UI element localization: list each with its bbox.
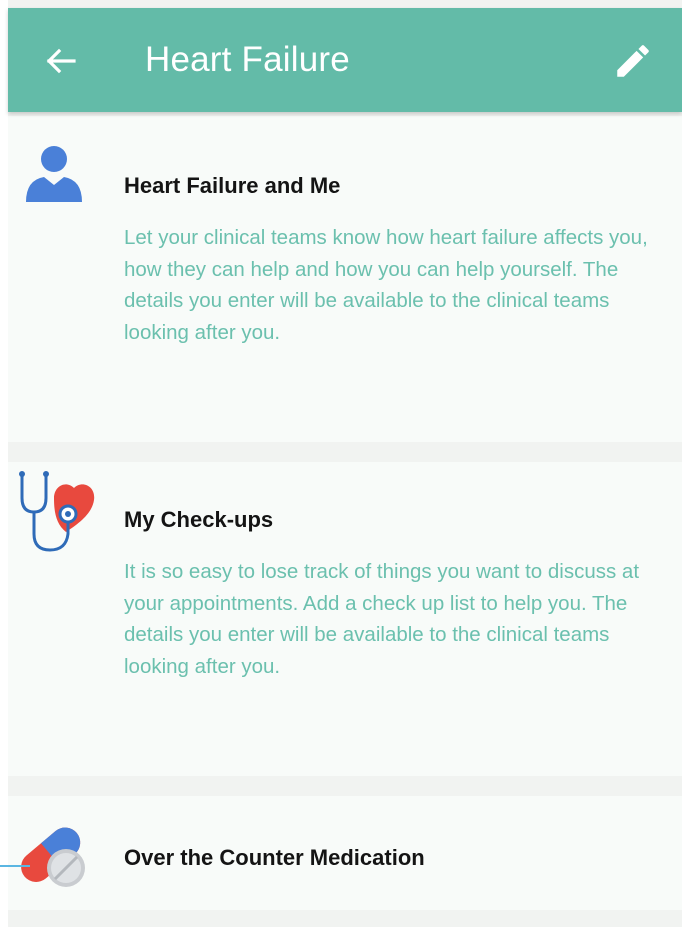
arrow-left-icon	[46, 48, 76, 74]
pills-icon	[21, 827, 85, 887]
person-icon	[26, 146, 82, 202]
back-button[interactable]	[44, 46, 80, 76]
card-title: Over the Counter Medication	[124, 845, 425, 870]
card-title: My Check-ups	[124, 507, 274, 532]
stethoscope-heart-icon	[19, 471, 95, 552]
card-heart-failure-and-me[interactable]: Heart Failure and Me Let your clinical t…	[8, 116, 682, 442]
card-title: Heart Failure and Me	[124, 173, 341, 198]
edge-indicator	[0, 865, 30, 867]
edit-button[interactable]	[612, 40, 654, 82]
card-my-check-ups[interactable]: My Check-ups It is so easy to lose track…	[8, 462, 682, 776]
card-description: Let your clinical teams know how heart f…	[124, 226, 648, 344]
card-description: It is so easy to lose track of things yo…	[124, 560, 640, 678]
page-title: Heart Failure	[145, 40, 350, 79]
app-header: Heart Failure	[8, 8, 682, 112]
left-edge	[0, 0, 8, 927]
pencil-icon	[617, 45, 649, 77]
card-over-the-counter-medication[interactable]: Over the Counter Medication	[8, 796, 682, 910]
